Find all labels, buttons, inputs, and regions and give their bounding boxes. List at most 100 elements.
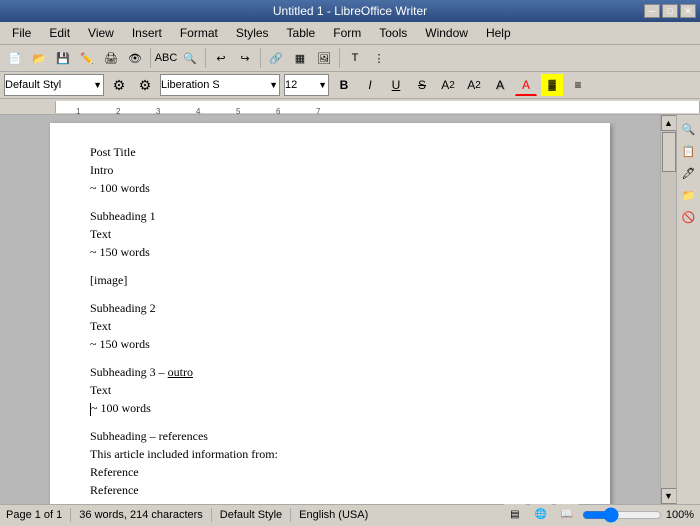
menu-form[interactable]: Form xyxy=(325,24,369,42)
close-button[interactable]: ✕ xyxy=(680,4,696,18)
subscript-button[interactable]: A2 xyxy=(463,74,485,96)
highlight-button[interactable]: ▓ xyxy=(541,74,563,96)
text-cursor xyxy=(90,403,91,416)
table-button[interactable]: ▦ xyxy=(289,47,311,69)
status-bar: Page 1 of 1 36 words, 214 characters Def… xyxy=(0,504,700,524)
menu-table[interactable]: Table xyxy=(279,24,324,42)
size-select[interactable]: 12 10 14 16 xyxy=(284,74,329,96)
scroll-track[interactable] xyxy=(661,131,677,488)
menu-styles[interactable]: Styles xyxy=(228,24,277,42)
words-150-2: ~ 150 words xyxy=(90,335,570,353)
view-book-button[interactable]: 📖 xyxy=(556,504,578,526)
maximize-button[interactable]: □ xyxy=(662,4,678,18)
preview-button[interactable]: 👁 xyxy=(124,47,146,69)
new-button[interactable]: 📄 xyxy=(4,47,26,69)
image-placeholder: [image] xyxy=(90,271,570,289)
style-info: Default Style xyxy=(220,509,282,521)
window-controls: ─ □ ✕ xyxy=(644,4,696,18)
style-btn1[interactable]: ⚙ xyxy=(108,74,130,96)
section-2: Subheading 1 Text ~ 150 words xyxy=(90,207,570,261)
document-area[interactable]: Post Title Intro ~ 100 words Subheading … xyxy=(0,115,660,504)
hyperlink-button[interactable]: 🔗 xyxy=(265,47,287,69)
view-web-button[interactable]: 🌐 xyxy=(530,504,552,526)
menu-tools[interactable]: Tools xyxy=(371,24,415,42)
sidebar: 🔍 📋 🖊 📁 🚫 xyxy=(676,115,700,504)
words-150-1: ~ 150 words xyxy=(90,243,570,261)
find-button[interactable]: 🔍 xyxy=(179,47,201,69)
italic-button[interactable]: I xyxy=(359,74,381,96)
font-select[interactable]: Liberation S xyxy=(160,74,280,96)
reference-2: Reference xyxy=(90,481,570,499)
intro-words: ~ 100 words xyxy=(90,179,570,197)
section-3: [image] xyxy=(90,271,570,289)
sidebar-edit-icon[interactable]: 🖊 xyxy=(679,163,699,183)
intro-label: Intro xyxy=(90,161,570,179)
section-6: Subheading – references This article inc… xyxy=(90,427,570,504)
status-sep-3 xyxy=(290,508,291,522)
more-button[interactable]: ⋮ xyxy=(368,47,390,69)
text-label-2: Text xyxy=(90,317,570,335)
sidebar-clipboard-icon[interactable]: 📋 xyxy=(679,141,699,161)
title-bar: Untitled 1 - LibreOffice Writer ─ □ ✕ xyxy=(0,0,700,22)
sidebar-folder-icon[interactable]: 📁 xyxy=(679,185,699,205)
title-text: Untitled 1 - LibreOffice Writer xyxy=(273,4,427,18)
open-button[interactable]: 📂 xyxy=(28,47,50,69)
style-select-wrapper: Default Styl ▼ xyxy=(4,74,104,96)
menu-view[interactable]: View xyxy=(80,24,122,42)
section-4: Subheading 2 Text ~ 150 words xyxy=(90,299,570,353)
bold-button[interactable]: B xyxy=(333,74,355,96)
sidebar-block-icon[interactable]: 🚫 xyxy=(679,207,699,227)
zoom-level: 100% xyxy=(666,509,694,521)
menu-file[interactable]: File xyxy=(4,24,39,42)
fontcolor-button[interactable]: A xyxy=(515,74,537,96)
reference-1: Reference xyxy=(90,463,570,481)
scrollbar-vertical[interactable]: ▲ ▼ xyxy=(660,115,676,504)
refs-intro: This article included information from: xyxy=(90,445,570,463)
scroll-up-button[interactable]: ▲ xyxy=(661,115,677,131)
zoom-slider[interactable] xyxy=(582,510,662,520)
document-page: Post Title Intro ~ 100 words Subheading … xyxy=(50,123,610,504)
scroll-down-button[interactable]: ▼ xyxy=(661,488,677,504)
edit-button[interactable]: ✏️ xyxy=(76,47,98,69)
menu-insert[interactable]: Insert xyxy=(124,24,170,42)
redo-button[interactable]: ↪ xyxy=(234,47,256,69)
text-button[interactable]: T xyxy=(344,47,366,69)
text-label-1: Text xyxy=(90,225,570,243)
ruler-mark-2: 2 xyxy=(116,107,120,116)
subheading-3: Subheading 3 – outro xyxy=(90,363,570,381)
undo-button[interactable]: ↩ xyxy=(210,47,232,69)
menu-window[interactable]: Window xyxy=(417,24,476,42)
section-5: Subheading 3 – outro Text ~ 100 words xyxy=(90,363,570,417)
image-button[interactable]: 🖼 xyxy=(313,47,335,69)
font-select-wrapper: Liberation S ▼ xyxy=(160,74,280,96)
menu-format[interactable]: Format xyxy=(172,24,226,42)
ruler-inner: 1 2 3 4 5 6 7 xyxy=(55,101,700,113)
language-info: English (USA) xyxy=(299,509,368,521)
section-1: Post Title Intro ~ 100 words xyxy=(90,143,570,197)
spell-button[interactable]: ABC xyxy=(155,47,177,69)
underline-button[interactable]: U xyxy=(385,74,407,96)
status-sep-1 xyxy=(70,508,71,522)
size-select-wrapper: 12 10 14 16 ▼ xyxy=(284,74,329,96)
strikethrough-button[interactable]: S xyxy=(411,74,433,96)
save-button[interactable]: 💾 xyxy=(52,47,74,69)
view-normal-button[interactable]: ▤ xyxy=(504,504,526,526)
subheading-1: Subheading 1 xyxy=(90,207,570,225)
minimize-button[interactable]: ─ xyxy=(644,4,660,18)
sidebar-search-icon[interactable]: 🔍 xyxy=(679,119,699,139)
toolbar-sep2 xyxy=(205,48,206,68)
style-btn2[interactable]: ⚙ xyxy=(134,74,156,96)
ruler-mark-1: 1 xyxy=(76,107,80,116)
menu-help[interactable]: Help xyxy=(478,24,519,42)
words-100: ~ 100 words xyxy=(90,399,570,417)
outro-underline: outro xyxy=(168,365,193,379)
style-select[interactable]: Default Styl xyxy=(4,74,104,96)
shadow-button[interactable]: A xyxy=(489,74,511,96)
scroll-thumb[interactable] xyxy=(662,132,676,172)
superscript-button[interactable]: A2 xyxy=(437,74,459,96)
charformat-button[interactable]: ≡ xyxy=(567,74,589,96)
subheading-2: Subheading 2 xyxy=(90,299,570,317)
print-button[interactable]: 🖨 xyxy=(100,47,122,69)
menu-edit[interactable]: Edit xyxy=(41,24,78,42)
toolbar-sep3 xyxy=(260,48,261,68)
